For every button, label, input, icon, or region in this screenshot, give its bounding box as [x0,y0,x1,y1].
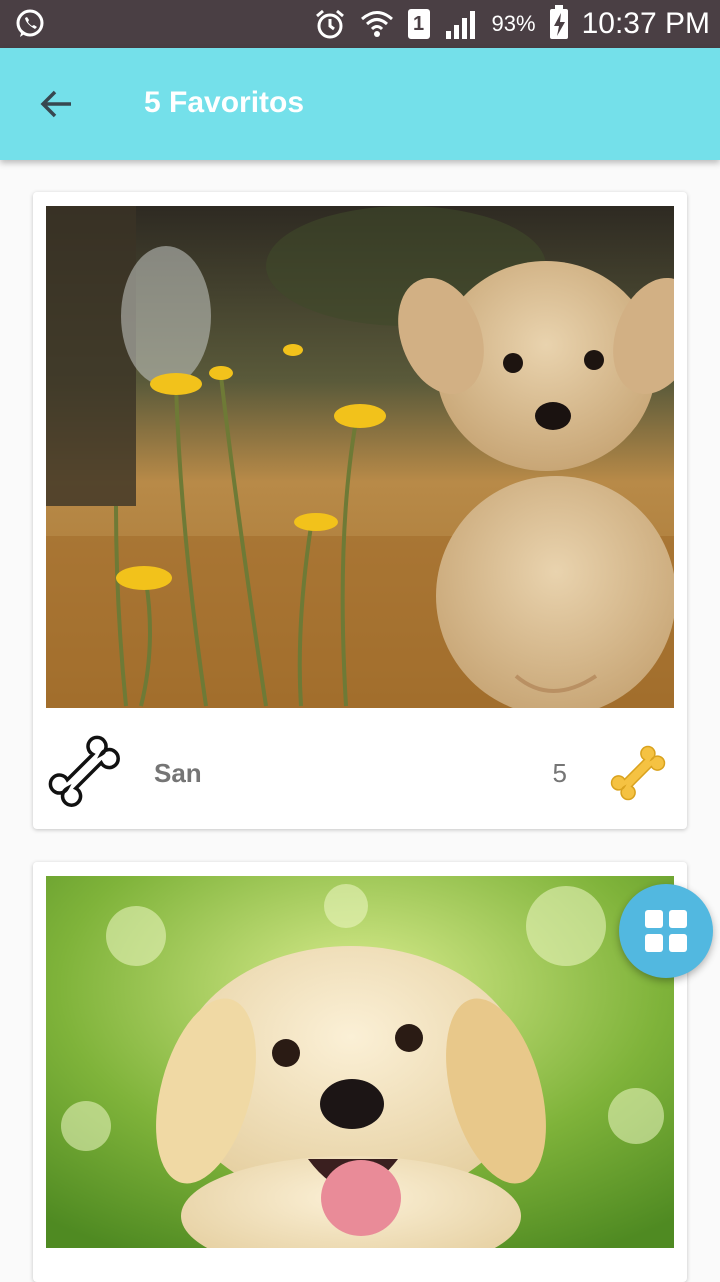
grid-view-button[interactable] [619,884,713,978]
battery-charging-icon [549,5,568,39]
pet-name: San [154,758,202,788]
like-count: 5 [552,758,567,788]
sim-icon: 1 [407,9,430,39]
clock: 10:37 PM [581,7,710,40]
favorite-card[interactable]: San 5 [33,192,687,829]
wifi-icon [360,11,393,37]
favorite-card[interactable] [33,862,687,1282]
back-button[interactable] [28,80,84,128]
alarm-icon [315,9,344,39]
pet-photo[interactable] [46,206,674,708]
bone-filled-icon[interactable] [605,740,671,806]
pet-photo[interactable] [46,876,674,1248]
app-bar: 5 Favoritos [0,48,720,160]
page-title: 5 Favoritos [144,86,305,119]
arrow-back-icon [40,90,71,118]
bone-outline-icon[interactable] [43,730,127,814]
status-bar: 1 93% 10:37 PM [0,0,720,48]
whatsapp-icon [16,9,44,37]
signal-icon [445,11,475,39]
battery-percent: 93% [491,11,536,36]
grid-view-icon [645,910,687,952]
card-footer: San 5 [33,708,687,829]
